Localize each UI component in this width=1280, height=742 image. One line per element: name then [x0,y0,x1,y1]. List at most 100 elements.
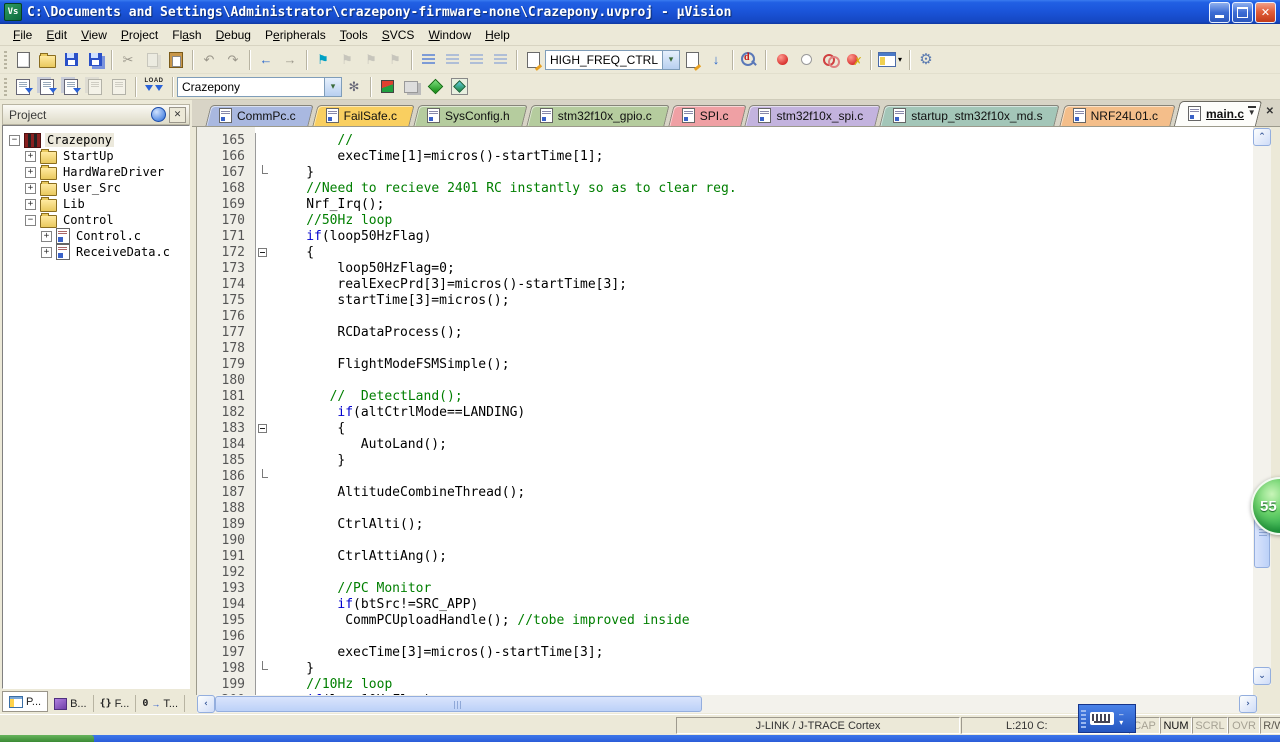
expander-plus[interactable]: + [25,199,36,210]
menu-flash[interactable]: Flash [165,26,208,44]
scroll-up-button[interactable]: ⌃ [1253,128,1271,146]
batch-build-button[interactable] [83,76,107,98]
menu-debug[interactable]: Debug [209,26,258,44]
copy-button[interactable] [140,49,164,71]
panel-tab-B[interactable]: B... [48,695,94,712]
build-button[interactable] [35,76,59,98]
panel-tab-F[interactable]: {}F... [94,695,137,712]
ime-options-icon[interactable]: ▾ [1119,719,1123,727]
minimize-button[interactable] [1209,2,1230,23]
expander-plus[interactable]: + [25,167,36,178]
tree-node[interactable]: +Control.c [3,228,189,244]
file-tab-main.c[interactable]: main.c [1177,101,1259,126]
panel-close-button[interactable]: ✕ [169,107,186,123]
search-dropdown-button[interactable]: ▾ [663,50,680,70]
ime-language-bar[interactable]: – ▾ [1078,704,1136,733]
uncomment-button[interactable] [488,49,512,71]
search-combobox[interactable]: HIGH_FREQ_CTRL [545,50,663,70]
cut-button[interactable]: ✂ [116,49,140,71]
target-options-button[interactable]: ✻ [342,76,366,98]
save-button[interactable] [59,49,83,71]
fold-margin[interactable] [255,245,271,261]
tab-list-button[interactable]: ▼ [1248,106,1256,117]
find-in-files-dialog-button[interactable]: d [737,49,761,71]
taskbar-strip[interactable] [0,735,1280,742]
target-dropdown-button[interactable]: ▾ [325,77,342,97]
insert-breakpoint-button[interactable] [770,49,794,71]
scroll-left-button[interactable]: ‹ [197,695,215,713]
file-tab-SysConfig.h[interactable]: SysConfig.h [416,105,525,126]
toolbar-grip[interactable] [4,51,7,69]
tree-node[interactable]: −Crazepony [3,132,189,148]
kill-all-breakpoints-button[interactable]: ✗ [842,49,866,71]
file-tab-FailSafe.c[interactable]: FailSafe.c [315,105,412,126]
find-button[interactable] [680,49,704,71]
project-panel-header[interactable]: Project ✕ [2,104,190,125]
vertical-scrollbar[interactable]: ⌃ ⌄ [1253,128,1271,685]
tree-node[interactable]: −Control [3,212,189,228]
expander-plus[interactable]: + [25,151,36,162]
file-tab-CommPc.c[interactable]: CommPc.c [208,105,311,126]
manage-books-button[interactable] [399,76,423,98]
disable-all-breakpoints-button[interactable] [818,49,842,71]
fold-margin[interactable] [255,661,271,677]
tree-node[interactable]: +HardWareDriver [3,164,189,180]
title-bar[interactable]: Vs C:\Documents and Settings\Administrat… [0,0,1280,24]
menu-help[interactable]: Help [478,26,517,44]
fold-margin[interactable] [255,421,271,437]
expander-plus[interactable]: + [41,247,52,258]
project-workspace-button[interactable] [447,76,471,98]
tree-node[interactable]: +ReceiveData.c [3,244,189,260]
start-button-edge[interactable] [0,735,94,742]
configuration-button[interactable]: ⚙ [914,49,938,71]
file-tab-SPI.c[interactable]: SPI.c [671,105,744,126]
file-tab-NRF24L01.c[interactable]: NRF24L01.c [1062,105,1173,126]
pin-icon[interactable] [151,107,166,122]
menu-peripherals[interactable]: Peripherals [258,26,333,44]
stop-build-button[interactable] [107,76,131,98]
comment-button[interactable] [464,49,488,71]
redo-button[interactable]: ↷ [221,49,245,71]
navigate-forward-button[interactable]: → [278,49,302,71]
translate-file-button[interactable] [11,76,35,98]
panel-tab-P[interactable]: P... [2,691,48,712]
next-bookmark-button[interactable]: ⚑ [359,49,383,71]
restore-button[interactable] [1232,2,1253,23]
expander-plus[interactable]: + [41,231,52,242]
menu-tools[interactable]: Tools [333,26,375,44]
incremental-find-button[interactable]: ↓ [704,49,728,71]
indent-button[interactable] [416,49,440,71]
menu-edit[interactable]: Edit [39,26,74,44]
file-tab-stm32f10x_spi.c[interactable]: stm32f10x_spi.c [747,105,878,126]
file-extensions-button[interactable] [375,76,399,98]
previous-bookmark-button[interactable]: ⚑ [335,49,359,71]
paste-button[interactable] [164,49,188,71]
project-tree[interactable]: −Crazepony+StartUp+HardWareDriver+User_S… [2,125,190,689]
tree-node[interactable]: +User_Src [3,180,189,196]
expander-minus[interactable]: − [9,135,20,146]
menu-view[interactable]: View [74,26,114,44]
expander-plus[interactable]: + [25,183,36,194]
menu-project[interactable]: Project [114,26,165,44]
unindent-button[interactable] [440,49,464,71]
menu-svcs[interactable]: SVCS [375,26,422,44]
multi-project-button[interactable] [423,76,447,98]
undo-button[interactable]: ↶ [197,49,221,71]
close-button[interactable]: ✕ [1255,2,1276,23]
debug-windows-button[interactable]: ▾ [875,49,905,71]
tree-node[interactable]: +Lib [3,196,189,212]
toggle-bookmark-button[interactable]: ⚑ [311,49,335,71]
panel-tab-T[interactable]: 0→T... [136,695,185,712]
file-tab-stm32f10x_gpio.c[interactable]: stm32f10x_gpio.c [529,105,667,126]
rebuild-button[interactable] [59,76,83,98]
open-file-button[interactable] [35,49,59,71]
download-button[interactable]: LOAD [140,76,168,98]
horizontal-scroll-thumb[interactable] [215,696,702,712]
file-tab-startup_stm32f10x_md.s[interactable]: startup_stm32f10x_md.s [882,105,1057,126]
target-combobox[interactable]: Crazepony [177,77,325,97]
tree-node[interactable]: +StartUp [3,148,189,164]
ime-grip[interactable] [1081,710,1086,728]
clear-bookmarks-button[interactable]: ⚑ [383,49,407,71]
fold-margin[interactable] [255,165,271,181]
save-all-button[interactable] [83,49,107,71]
